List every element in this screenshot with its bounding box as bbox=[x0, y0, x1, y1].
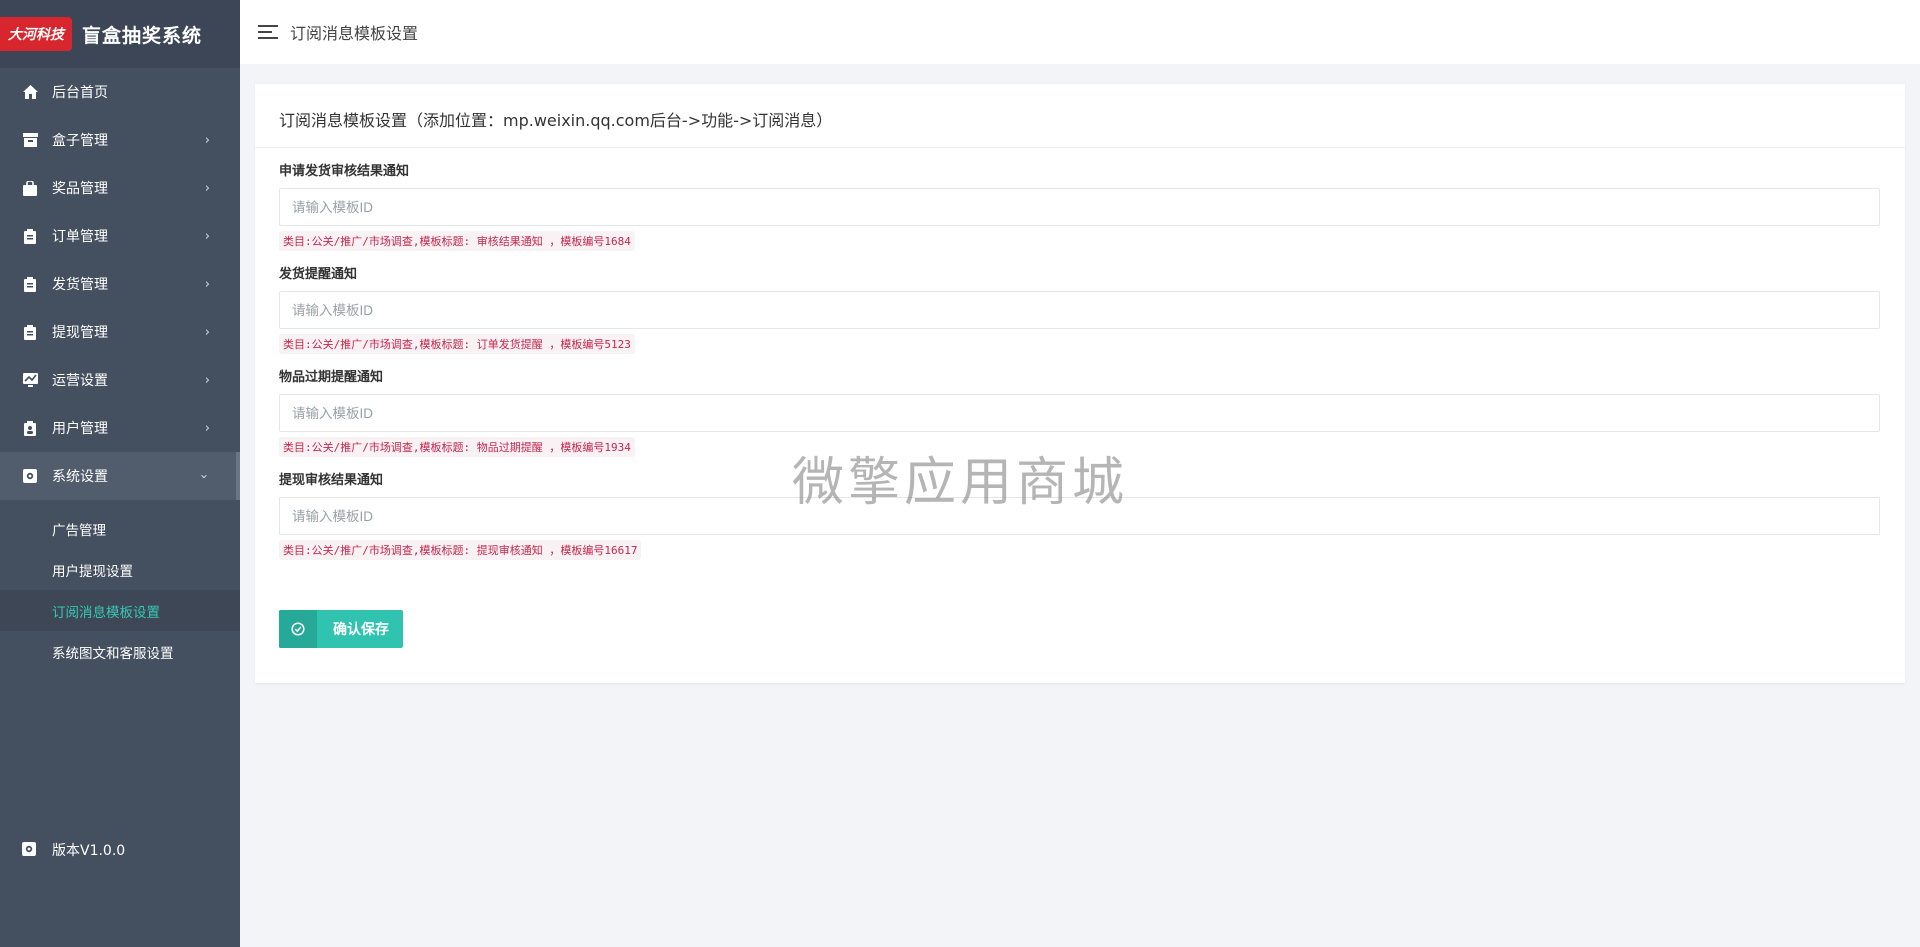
page-title: 订阅消息模板设置 bbox=[290, 24, 419, 43]
field-hint: 类目:公关/推广/市场调查,模板标题: 物品过期提醒 ，模板编号1934 bbox=[279, 437, 635, 457]
field-label: 发货提醒通知 bbox=[279, 267, 358, 282]
card-title: 订阅消息模板设置（添加位置：mp.weixin.qq.com后台->功能->订阅… bbox=[255, 84, 1905, 148]
sidebar-item-label: 奖品管理 bbox=[52, 181, 108, 197]
sidebar-item-operations[interactable]: 运营设置 › bbox=[0, 356, 240, 404]
brand-title: 盲盒抽奖系统 bbox=[82, 24, 203, 47]
sidebar-item-orders[interactable]: 订单管理 › bbox=[0, 212, 240, 260]
sidebar-subitem-subscription-templates[interactable]: 订阅消息模板设置 bbox=[0, 590, 240, 631]
sidebar-item-label: 用户管理 bbox=[52, 421, 108, 437]
brand-logo: 大河科技 bbox=[0, 17, 72, 51]
sidebar-item-box[interactable]: 盒子管理 › bbox=[0, 116, 240, 164]
sidebar-item-label: 发货管理 bbox=[52, 277, 108, 293]
brand: 大河科技 盲盒抽奖系统 bbox=[0, 0, 240, 68]
template-id-input[interactable] bbox=[279, 188, 1880, 226]
sidebar: 大河科技 盲盒抽奖系统 后台首页 盒子管理 › 奖品管理 › 订单管理 › 发货… bbox=[0, 0, 240, 947]
field-label: 物品过期提醒通知 bbox=[279, 370, 384, 385]
field-hint: 类目:公关/推广/市场调查,模板标题: 审核结果通知 ，模板编号1684 bbox=[279, 231, 635, 251]
field-review-result: 申请发货审核结果通知 类目:公关/推广/市场调查,模板标题: 审核结果通知 ，模… bbox=[279, 162, 1881, 251]
template-id-input[interactable] bbox=[279, 291, 1880, 329]
field-label: 申请发货审核结果通知 bbox=[279, 164, 410, 179]
sidebar-item-system[interactable]: 系统设置 › bbox=[0, 452, 240, 500]
check-circle-icon bbox=[279, 610, 317, 648]
topbar: 订阅消息模板设置 bbox=[240, 0, 1920, 64]
save-button-label: 确认保存 bbox=[333, 621, 389, 637]
gear-icon bbox=[22, 842, 38, 858]
template-id-input[interactable] bbox=[279, 497, 1880, 535]
sidebar-item-prize[interactable]: 奖品管理 › bbox=[0, 164, 240, 212]
chevron-right-icon: › bbox=[204, 132, 210, 148]
sidebar-item-label: 后台首页 bbox=[52, 85, 108, 101]
chevron-right-icon: › bbox=[204, 420, 210, 436]
field-shipping-reminder: 发货提醒通知 类目:公关/推广/市场调查,模板标题: 订单发货提醒 ，模板编号5… bbox=[279, 265, 1881, 354]
chevron-right-icon: › bbox=[204, 228, 210, 244]
sidebar-subitem-content-service[interactable]: 系统图文和客服设置 bbox=[0, 631, 240, 672]
chevron-right-icon: › bbox=[204, 372, 210, 388]
gear-icon bbox=[22, 468, 38, 484]
sidebar-item-label: 系统设置 bbox=[52, 469, 108, 485]
user-icon bbox=[22, 420, 38, 436]
system-submenu: 广告管理 用户提现设置 订阅消息模板设置 系统图文和客服设置 bbox=[0, 500, 240, 680]
chevron-right-icon: › bbox=[204, 324, 210, 340]
sidebar-item-label: 订单管理 bbox=[52, 229, 108, 245]
chevron-right-icon: › bbox=[204, 276, 210, 292]
sidebar-item-label: 提现管理 bbox=[52, 325, 108, 341]
sidebar-item-withdraw[interactable]: 提现管理 › bbox=[0, 308, 240, 356]
sidebar-item-users[interactable]: 用户管理 › bbox=[0, 404, 240, 452]
sidebar-menu: 后台首页 盒子管理 › 奖品管理 › 订单管理 › 发货管理 › 提现管理 › bbox=[0, 68, 240, 500]
field-expiry-reminder: 物品过期提醒通知 类目:公关/推广/市场调查,模板标题: 物品过期提醒 ，模板编… bbox=[279, 368, 1881, 457]
settings-form: 申请发货审核结果通知 类目:公关/推广/市场调查,模板标题: 审核结果通知 ，模… bbox=[255, 148, 1905, 648]
home-icon bbox=[22, 84, 38, 100]
field-label: 提现审核结果通知 bbox=[279, 473, 384, 488]
version-label: 版本V1.0.0 bbox=[52, 843, 126, 859]
field-hint: 类目:公关/推广/市场调查,模板标题: 提现审核通知 ，模板编号16617 bbox=[279, 540, 642, 560]
chart-icon bbox=[22, 372, 38, 388]
clipboard-icon bbox=[22, 276, 38, 292]
sidebar-subitem-withdraw-settings[interactable]: 用户提现设置 bbox=[0, 549, 240, 590]
template-id-input[interactable] bbox=[279, 394, 1880, 432]
field-hint: 类目:公关/推广/市场调查,模板标题: 订单发货提醒 ，模板编号5123 bbox=[279, 334, 635, 354]
sidebar-item-shipping[interactable]: 发货管理 › bbox=[0, 260, 240, 308]
sidebar-item-home[interactable]: 后台首页 bbox=[0, 68, 240, 116]
menu-toggle-icon[interactable] bbox=[258, 25, 278, 39]
sidebar-item-label: 运营设置 bbox=[52, 373, 108, 389]
chevron-down-icon: › bbox=[195, 473, 211, 479]
clipboard-icon bbox=[22, 228, 38, 244]
sidebar-item-label: 盒子管理 bbox=[52, 133, 108, 149]
version-info: 版本V1.0.0 bbox=[0, 835, 125, 865]
chevron-right-icon: › bbox=[204, 180, 210, 196]
save-button[interactable]: 确认保存 bbox=[279, 610, 403, 648]
field-withdraw-review: 提现审核结果通知 类目:公关/推广/市场调查,模板标题: 提现审核通知 ，模板编… bbox=[279, 471, 1881, 560]
bag-icon bbox=[22, 180, 38, 196]
box-icon bbox=[22, 132, 38, 148]
clipboard-icon bbox=[22, 324, 38, 340]
sidebar-subitem-ads[interactable]: 广告管理 bbox=[0, 508, 240, 549]
settings-card: 订阅消息模板设置（添加位置：mp.weixin.qq.com后台->功能->订阅… bbox=[255, 84, 1905, 683]
